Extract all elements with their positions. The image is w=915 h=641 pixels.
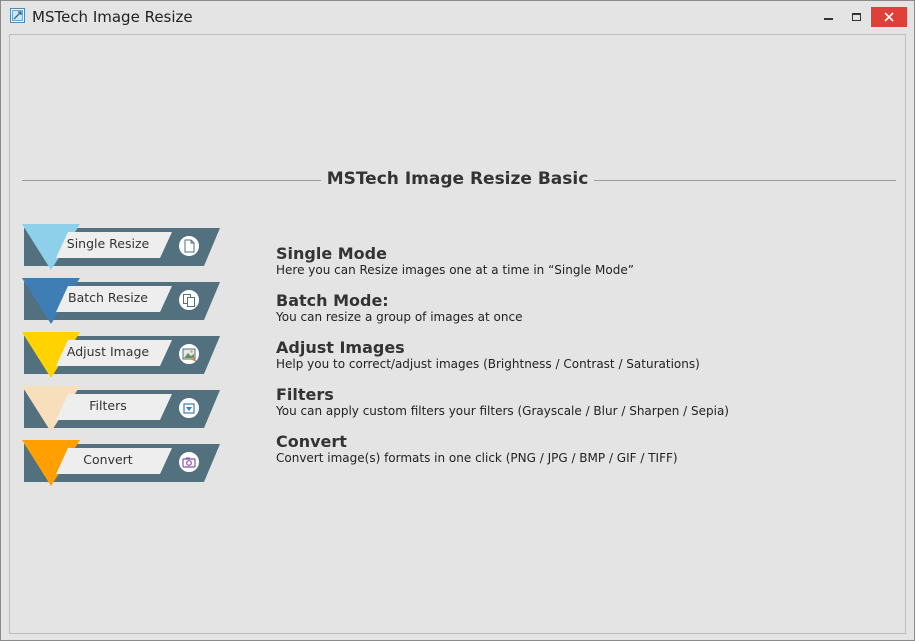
title-bar[interactable]: MSTech Image Resize bbox=[1, 1, 914, 34]
menu-label: Convert bbox=[83, 452, 133, 467]
desc-text: Convert image(s) formats in one click (P… bbox=[276, 451, 678, 465]
app-icon bbox=[10, 8, 25, 23]
menu-label: Batch Resize bbox=[68, 290, 148, 305]
minimize-button[interactable] bbox=[815, 7, 843, 27]
maximize-icon bbox=[852, 13, 861, 21]
menu-label: Adjust Image bbox=[66, 344, 150, 359]
close-icon bbox=[884, 12, 894, 22]
desc-text: You can apply custom filters your filter… bbox=[276, 404, 729, 418]
menu-label: Filters bbox=[89, 398, 127, 413]
desc-text: You can resize a group of images at once bbox=[276, 310, 523, 324]
desc-batch-mode: Batch Mode: You can resize a group of im… bbox=[276, 291, 523, 325]
camera-icon bbox=[178, 451, 200, 473]
minimize-icon bbox=[824, 18, 833, 20]
page-heading: MSTech Image Resize Basic bbox=[320, 169, 595, 189]
desc-text: Here you can Resize images one at a time… bbox=[276, 263, 634, 277]
desc-adjust-images: Adjust Images Help you to correct/adjust… bbox=[276, 338, 700, 372]
multi-page-icon bbox=[178, 289, 200, 311]
adjust-image-button[interactable]: Adjust Image bbox=[22, 332, 222, 380]
desc-title: Filters bbox=[276, 385, 334, 404]
close-button[interactable] bbox=[871, 7, 907, 27]
filter-icon bbox=[178, 397, 200, 419]
desc-title: Single Mode bbox=[276, 244, 387, 263]
desc-title: Convert bbox=[276, 432, 347, 451]
convert-button[interactable]: Convert bbox=[22, 440, 222, 488]
picture-adjust-icon bbox=[178, 343, 200, 365]
single-resize-button[interactable]: Single Resize bbox=[22, 224, 222, 272]
desc-text: Help you to correct/adjust images (Brigh… bbox=[276, 357, 700, 371]
window-title: MSTech Image Resize bbox=[32, 8, 193, 26]
desc-title: Adjust Images bbox=[276, 338, 405, 357]
app-window: MSTech Image Resize MSTech Image Resize … bbox=[0, 0, 915, 641]
desc-convert: Convert Convert image(s) formats in one … bbox=[276, 432, 678, 466]
batch-resize-button[interactable]: Batch Resize bbox=[22, 278, 222, 326]
desc-single-mode: Single Mode Here you can Resize images o… bbox=[276, 244, 634, 278]
single-page-icon bbox=[178, 235, 200, 257]
menu-label: Single Resize bbox=[66, 236, 150, 251]
desc-title: Batch Mode: bbox=[276, 291, 389, 310]
desc-filters: Filters You can apply custom filters you… bbox=[276, 385, 729, 419]
maximize-button[interactable] bbox=[843, 7, 871, 27]
filters-button[interactable]: Filters bbox=[22, 386, 222, 434]
main-panel: MSTech Image Resize Basic Single Resize bbox=[9, 34, 906, 634]
